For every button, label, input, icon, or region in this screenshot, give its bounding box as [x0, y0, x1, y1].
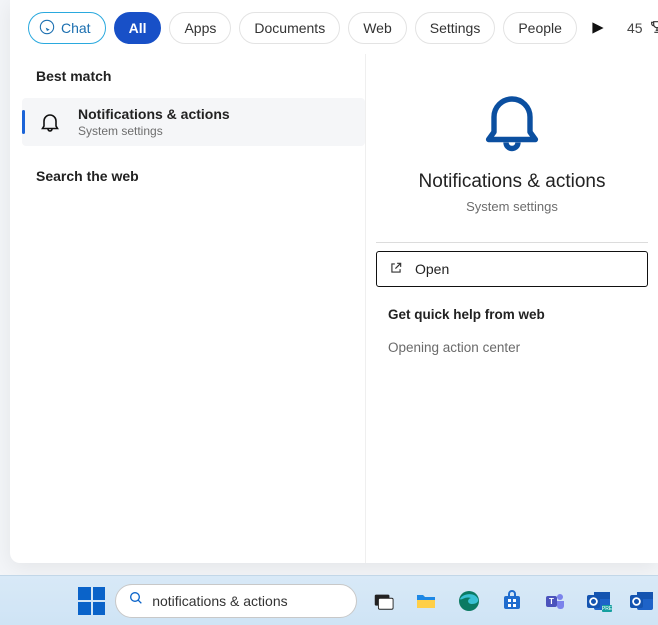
taskbar-search-input[interactable] [152, 593, 344, 609]
task-view-icon[interactable] [367, 584, 400, 618]
rewards-points[interactable]: 45 [621, 19, 658, 38]
open-button[interactable]: Open [376, 251, 648, 287]
taskbar-search[interactable] [115, 584, 357, 618]
more-tabs-icon[interactable] [591, 21, 605, 35]
start-search-panel: Chat All Apps Documents Web Settings Peo… [10, 0, 658, 563]
points-count: 45 [627, 20, 643, 36]
help-link-opening-action-center[interactable]: Opening action center [388, 340, 658, 355]
tab-apps[interactable]: Apps [169, 12, 231, 44]
results-body: Best match Notifications & actions Syste… [10, 54, 658, 563]
preview-title: Notifications & actions [366, 171, 658, 193]
taskbar: T PRE [0, 575, 658, 625]
tab-settings[interactable]: Settings [415, 12, 496, 44]
help-from-web-header: Get quick help from web [388, 307, 658, 322]
search-the-web[interactable]: Search the web [10, 146, 365, 184]
divider [376, 242, 648, 243]
tab-label: Apps [184, 20, 216, 36]
bell-icon [36, 108, 64, 136]
search-icon [128, 590, 144, 611]
bell-icon-large [366, 84, 658, 161]
results-left: Best match Notifications & actions Syste… [10, 54, 365, 563]
result-text: Notifications & actions System settings [78, 106, 230, 138]
edge-icon[interactable] [453, 584, 486, 618]
tab-label: Settings [430, 20, 481, 36]
result-subtitle: System settings [78, 124, 230, 138]
tab-all[interactable]: All [114, 12, 162, 44]
tab-documents[interactable]: Documents [239, 12, 340, 44]
tab-label: Chat [61, 20, 91, 36]
file-explorer-icon[interactable] [410, 584, 443, 618]
preview-subtitle: System settings [366, 199, 658, 214]
bing-chat-icon [39, 19, 55, 38]
result-notifications-actions[interactable]: Notifications & actions System settings [22, 98, 365, 146]
svg-text:PRE: PRE [601, 606, 611, 612]
outlook-icon[interactable] [625, 584, 658, 618]
open-label: Open [415, 261, 449, 277]
tab-label: Web [363, 20, 392, 36]
tab-label: All [129, 20, 147, 36]
outlook-pre-icon[interactable]: PRE [582, 584, 615, 618]
tab-people[interactable]: People [503, 12, 577, 44]
svg-text:T: T [550, 597, 555, 606]
tab-chat[interactable]: Chat [28, 12, 106, 44]
filter-tabs: Chat All Apps Documents Web Settings Peo… [10, 0, 658, 54]
best-match-label: Best match [10, 54, 365, 98]
microsoft-store-icon[interactable] [496, 584, 529, 618]
tab-label: Documents [254, 20, 325, 36]
tab-web[interactable]: Web [348, 12, 407, 44]
results-preview: Notifications & actions System settings … [365, 54, 658, 563]
open-external-icon [389, 261, 403, 278]
result-title: Notifications & actions [78, 106, 230, 122]
trophy-icon [649, 19, 658, 38]
start-button[interactable] [78, 587, 105, 615]
tab-label: People [518, 20, 562, 36]
teams-icon[interactable]: T [539, 584, 572, 618]
